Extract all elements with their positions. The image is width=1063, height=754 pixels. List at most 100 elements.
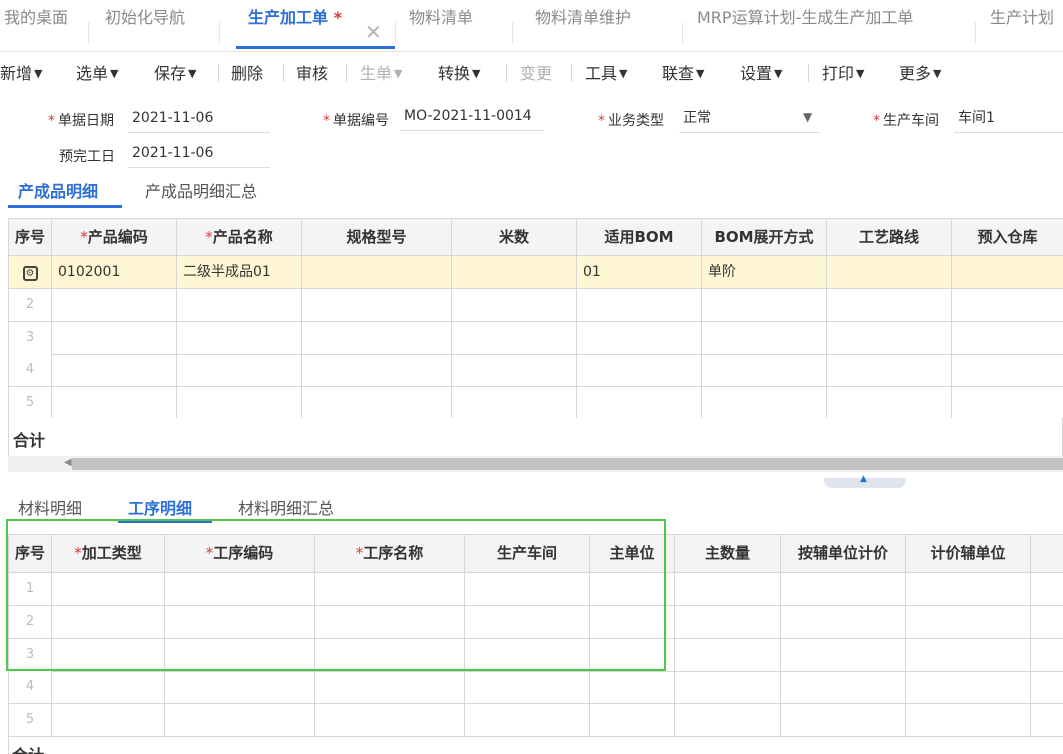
- col-header-bom[interactable]: 适用BOM: [577, 219, 702, 256]
- table-cell[interactable]: [781, 638, 906, 672]
- table-cell[interactable]: [315, 671, 465, 705]
- table-cell[interactable]: [827, 321, 952, 355]
- table-cell[interactable]: [452, 354, 577, 387]
- table-cell[interactable]: [906, 638, 1031, 672]
- table-cell[interactable]: [302, 321, 452, 355]
- col-header-route[interactable]: 工艺路线: [827, 219, 952, 256]
- col-header-name[interactable]: *产品名称: [177, 219, 302, 256]
- audit-button[interactable]: 审核: [296, 60, 328, 84]
- cell-meters[interactable]: [452, 256, 577, 289]
- table-cell[interactable]: [577, 321, 702, 355]
- table-cell[interactable]: [452, 386, 577, 420]
- tools-button[interactable]: 工具 ▼: [585, 60, 627, 84]
- table-cell[interactable]: [906, 671, 1031, 705]
- cell-spec[interactable]: [302, 256, 452, 289]
- cell-product-code[interactable]: 0102001: [52, 256, 177, 289]
- table-cell[interactable]: [1031, 704, 1063, 738]
- new-button[interactable]: 新增 ▼: [0, 60, 42, 84]
- col-header-code[interactable]: *产品编码: [52, 219, 177, 256]
- col-header-bom-expand[interactable]: BOM展开方式: [702, 219, 827, 256]
- table-cell[interactable]: [52, 386, 177, 420]
- table-cell[interactable]: [590, 671, 675, 705]
- table-cell[interactable]: [781, 573, 906, 606]
- cell-warehouse[interactable]: [952, 256, 1063, 289]
- horizontal-scrollbar[interactable]: ◀: [8, 456, 1063, 472]
- tab-init-guide[interactable]: 初始化导航: [105, 0, 185, 52]
- table-cell[interactable]: [952, 289, 1063, 322]
- tab-product-detail[interactable]: 产成品明细: [18, 178, 98, 202]
- collapse-panel-handle[interactable]: ▲: [824, 474, 906, 488]
- table-cell[interactable]: [52, 354, 177, 387]
- table-cell[interactable]: [781, 671, 906, 705]
- save-button[interactable]: 保存 ▼: [154, 60, 196, 84]
- table-cell[interactable]: [315, 704, 465, 738]
- convert-button[interactable]: 转换 ▼: [438, 60, 480, 84]
- col-header-aux-pricing[interactable]: 按辅单位计价: [781, 535, 906, 573]
- table-cell[interactable]: [452, 289, 577, 322]
- table-cell[interactable]: [906, 605, 1031, 639]
- print-button[interactable]: 打印 ▼: [822, 60, 864, 84]
- table-cell[interactable]: [302, 289, 452, 322]
- table-cell[interactable]: [577, 386, 702, 420]
- table-cell[interactable]: [302, 354, 452, 387]
- tab-production-order[interactable]: 生产加工单 *: [248, 0, 342, 52]
- tab-production-plan[interactable]: 生产计划: [990, 0, 1054, 52]
- table-cell[interactable]: [165, 704, 315, 738]
- table-cell[interactable]: [177, 289, 302, 322]
- table-cell[interactable]: [827, 289, 952, 322]
- table-cell[interactable]: [165, 671, 315, 705]
- settings-button[interactable]: 设置 ▼: [740, 60, 782, 84]
- table-cell[interactable]: [452, 321, 577, 355]
- table-cell[interactable]: [781, 704, 906, 738]
- number-field[interactable]: MO-2021-11-0014: [400, 105, 544, 131]
- table-cell[interactable]: [906, 704, 1031, 738]
- table-cell[interactable]: [177, 321, 302, 355]
- cell-bom[interactable]: 01: [577, 256, 702, 289]
- col-header-warehouse[interactable]: 预入仓库: [952, 219, 1063, 256]
- table-cell[interactable]: [577, 289, 702, 322]
- tab-my-desktop[interactable]: 我的桌面: [4, 0, 68, 52]
- scroll-left-icon[interactable]: ◀: [64, 457, 72, 468]
- table-cell[interactable]: [952, 387, 1063, 420]
- col-header-aux-unit[interactable]: 计价辅单位: [906, 535, 1031, 573]
- table-cell[interactable]: [702, 289, 827, 322]
- table-cell[interactable]: [52, 704, 165, 738]
- table-cell[interactable]: [675, 605, 781, 639]
- table-cell[interactable]: [675, 638, 781, 672]
- cell-bom-expand[interactable]: 单阶: [702, 256, 827, 289]
- table-cell[interactable]: [465, 671, 590, 705]
- table-cell[interactable]: [827, 354, 952, 387]
- workshop-field[interactable]: 车间1: [954, 107, 1063, 133]
- table-cell[interactable]: [1031, 606, 1063, 639]
- biz-type-select[interactable]: 正常: [679, 107, 820, 133]
- delete-button[interactable]: 删除: [231, 60, 263, 84]
- table-cell[interactable]: [827, 386, 952, 420]
- cell-product-name[interactable]: 二级半成品01: [177, 256, 302, 289]
- select-button[interactable]: 选单 ▼: [76, 60, 118, 84]
- table-cell[interactable]: [1031, 639, 1063, 672]
- table-cell[interactable]: [702, 321, 827, 355]
- tab-mrp-plan[interactable]: MRP运算计划-生成生产加工单: [697, 0, 913, 52]
- tab-bom[interactable]: 物料清单: [409, 0, 473, 52]
- col-header-main-qty[interactable]: 主数量: [675, 535, 781, 573]
- table-cell[interactable]: [177, 354, 302, 387]
- row-settings-icon[interactable]: ⚙: [9, 256, 52, 289]
- table-cell[interactable]: [52, 671, 165, 705]
- change-button[interactable]: 变更: [520, 60, 552, 84]
- table-cell[interactable]: [675, 704, 781, 738]
- table-cell[interactable]: [702, 354, 827, 387]
- cell-route[interactable]: [827, 256, 952, 289]
- col-header-meters[interactable]: 米数: [452, 219, 577, 256]
- scrollbar-thumb[interactable]: [72, 458, 1063, 470]
- tab-material-summary[interactable]: 材料明细汇总: [238, 495, 334, 519]
- table-cell[interactable]: [952, 322, 1063, 355]
- table-cell[interactable]: [675, 573, 781, 606]
- query-button[interactable]: 联查 ▼: [662, 60, 704, 84]
- table-cell[interactable]: [781, 605, 906, 639]
- table-cell[interactable]: [52, 289, 177, 322]
- table-cell[interactable]: [590, 704, 675, 738]
- table-cell[interactable]: [177, 386, 302, 420]
- table-cell[interactable]: [952, 354, 1063, 387]
- table-cell[interactable]: [702, 386, 827, 420]
- table-cell[interactable]: [1031, 671, 1063, 705]
